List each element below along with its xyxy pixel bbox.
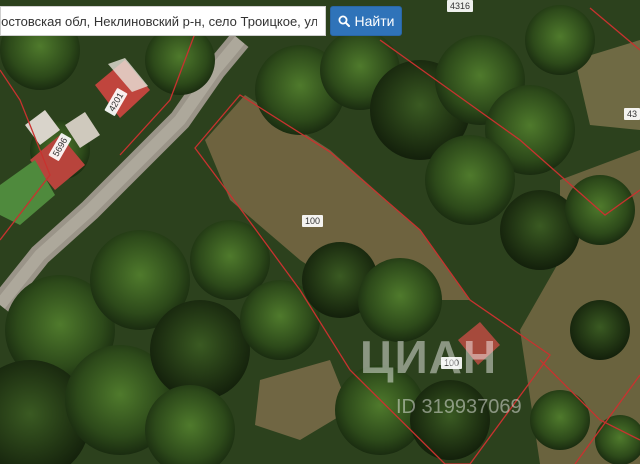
search-bar: [0, 6, 326, 36]
search-input[interactable]: [1, 7, 323, 35]
parcel-label-right: 43: [624, 108, 640, 120]
search-button[interactable]: Найти: [330, 6, 402, 36]
watermark-id: ID 319937069: [396, 396, 522, 418]
watermark: ЦИАН ID 319937069: [360, 330, 522, 418]
satellite-map[interactable]: [0, 0, 640, 464]
search-icon: [338, 15, 350, 27]
watermark-brand: ЦИАН: [360, 331, 498, 383]
search-button-label: Найти: [354, 13, 395, 29]
parcel-label-main: 100: [302, 215, 324, 227]
parcel-label-top: 4316: [447, 0, 474, 12]
